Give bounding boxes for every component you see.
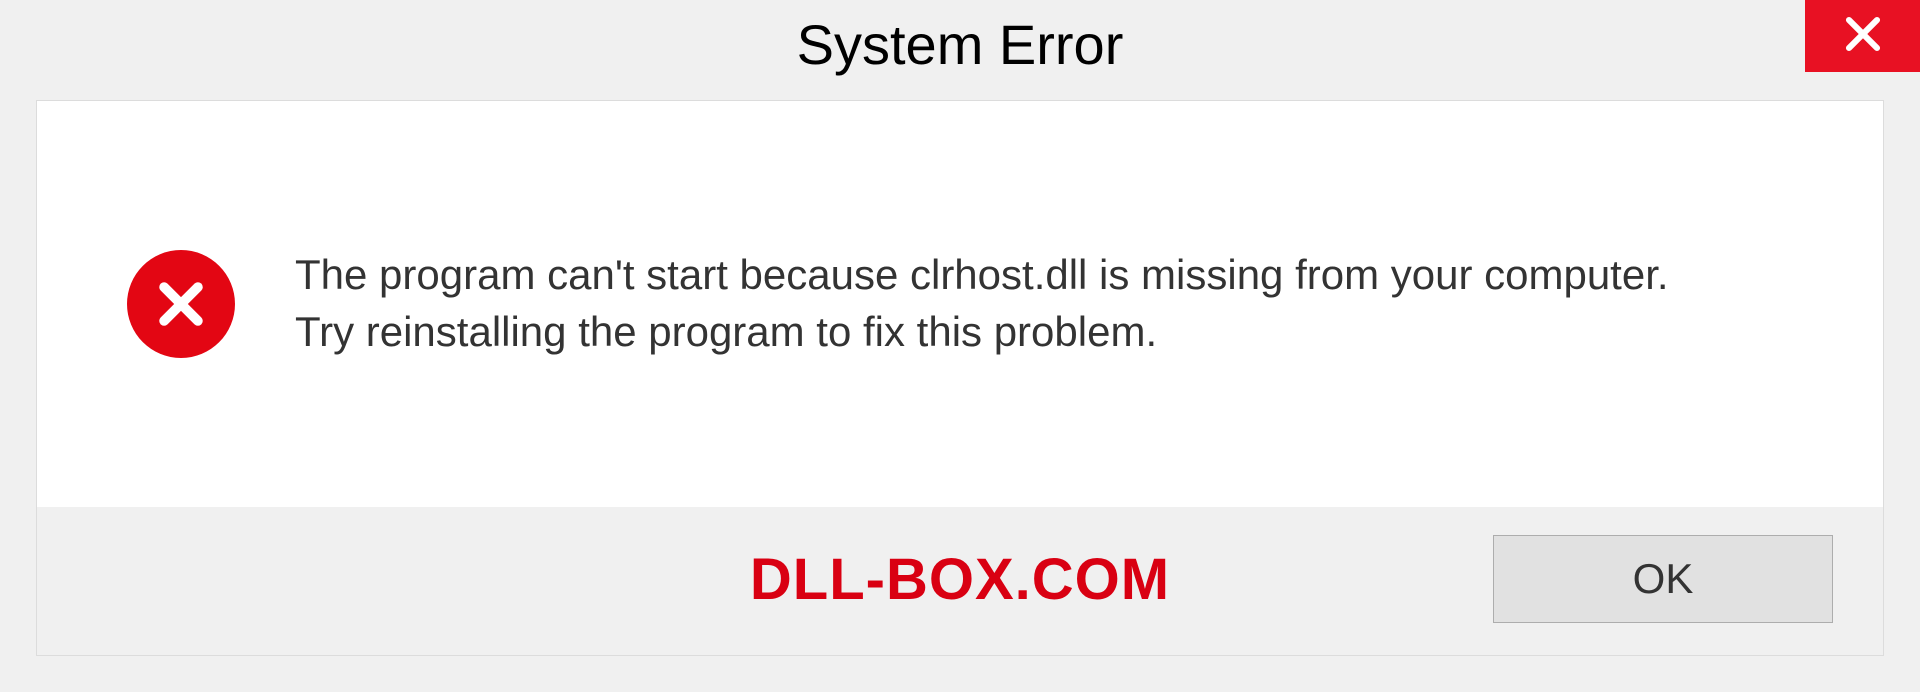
- dialog-title: System Error: [797, 12, 1124, 77]
- ok-button[interactable]: OK: [1493, 535, 1833, 623]
- error-icon: [127, 250, 235, 358]
- watermark-text: DLL-BOX.COM: [750, 546, 1170, 613]
- message-body: The program can't start because clrhost.…: [37, 101, 1883, 507]
- titlebar: System Error: [0, 0, 1920, 100]
- close-icon: [1842, 13, 1884, 60]
- system-error-dialog: System Error The progra: [0, 0, 1920, 692]
- close-button[interactable]: [1805, 0, 1920, 72]
- error-message: The program can't start because clrhost.…: [295, 247, 1669, 360]
- error-message-line2: Try reinstalling the program to fix this…: [295, 304, 1669, 361]
- message-panel: The program can't start because clrhost.…: [36, 100, 1884, 656]
- dialog-footer: DLL-BOX.COM OK: [37, 507, 1883, 655]
- error-message-line1: The program can't start because clrhost.…: [295, 247, 1669, 304]
- content-wrapper: The program can't start because clrhost.…: [0, 100, 1920, 692]
